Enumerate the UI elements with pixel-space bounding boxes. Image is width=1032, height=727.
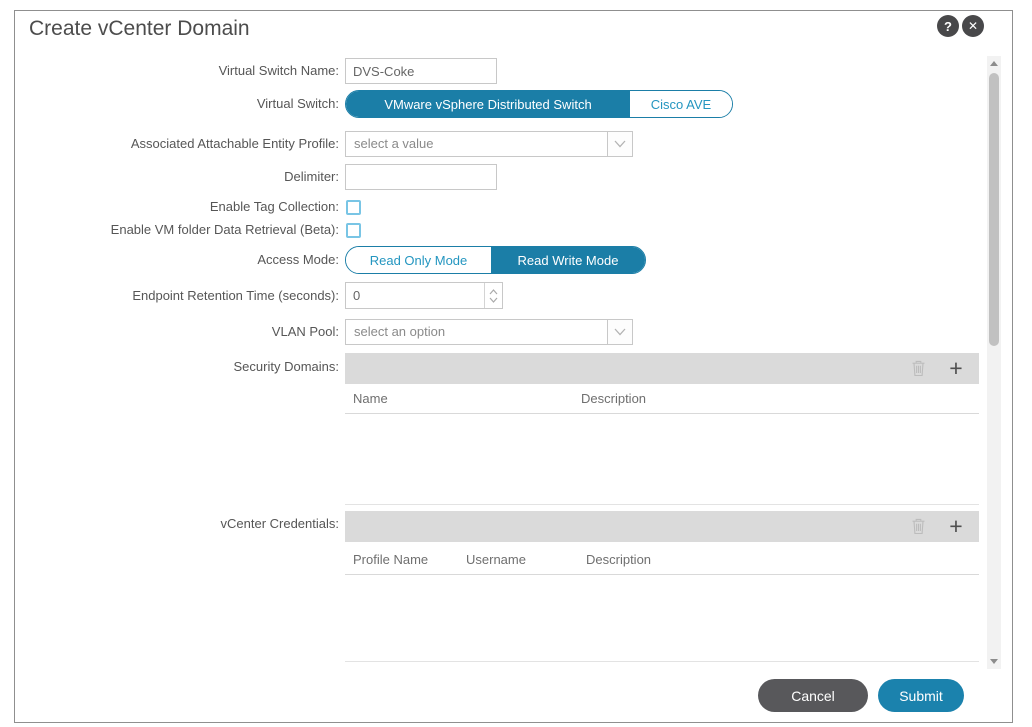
vcenter-credentials-col-username: Username (466, 552, 526, 567)
screen: Create vCenter Domain ? ✕ Virtual Switch… (0, 0, 1032, 727)
close-icon: ✕ (968, 19, 978, 33)
help-icon: ? (944, 19, 952, 34)
virtual-switch-name-input[interactable] (345, 58, 497, 84)
endpoint-retention-label: Endpoint Retention Time (seconds): (15, 288, 339, 304)
virtual-switch-toggle: VMware vSphere Distributed Switch Cisco … (345, 90, 733, 118)
spinner-up-down-icon[interactable] (484, 283, 502, 308)
chevron-down-icon (607, 320, 632, 344)
chevron-down-icon (607, 132, 632, 156)
create-vcenter-domain-dialog: Create vCenter Domain ? ✕ Virtual Switch… (14, 10, 1013, 723)
security-domains-col-name: Name (353, 391, 388, 406)
trash-icon[interactable] (909, 517, 927, 536)
vcenter-credentials-table-bottom (345, 661, 979, 662)
trash-icon[interactable] (909, 359, 927, 378)
vcenter-credentials-col-profile-name: Profile Name (353, 552, 428, 567)
security-domains-table-bottom (345, 504, 979, 505)
scroll-up-arrow-icon[interactable] (990, 61, 998, 66)
enable-tag-collection-checkbox[interactable] (346, 200, 361, 215)
access-mode-toggle: Read Only Mode Read Write Mode (345, 246, 646, 274)
security-domains-col-description: Description (581, 391, 646, 406)
vlan-pool-dropdown[interactable]: select an option (345, 319, 633, 345)
vcenter-credentials-col-description: Description (586, 552, 651, 567)
plus-glyph: + (949, 517, 962, 536)
delimiter-input[interactable] (345, 164, 497, 190)
virtual-switch-option-cisco-ave[interactable]: Cisco AVE (630, 91, 732, 117)
enable-vm-folder-checkbox[interactable] (346, 223, 361, 238)
endpoint-retention-value: 0 (346, 283, 484, 308)
scrollbar-thumb[interactable] (989, 73, 999, 346)
vlan-pool-label: VLAN Pool: (15, 324, 339, 340)
cancel-button[interactable]: Cancel (758, 679, 868, 712)
security-domains-label: Security Domains: (15, 359, 339, 375)
virtual-switch-option-cisco-ave-label: Cisco AVE (651, 97, 711, 112)
help-button[interactable]: ? (937, 15, 959, 37)
vcenter-credentials-toolbar: + (345, 511, 979, 542)
virtual-switch-label: Virtual Switch: (15, 96, 339, 112)
access-mode-read-write-label: Read Write Mode (518, 253, 619, 268)
security-domains-toolbar: + (345, 353, 979, 384)
virtual-switch-option-vmware-label: VMware vSphere Distributed Switch (384, 97, 591, 112)
vlan-pool-dropdown-value: select an option (346, 320, 607, 344)
vcenter-credentials-label: vCenter Credentials: (15, 516, 339, 532)
plus-icon[interactable]: + (947, 359, 965, 378)
aep-label: Associated Attachable Entity Profile: (15, 136, 339, 152)
plus-icon[interactable]: + (947, 517, 965, 536)
scroll-down-arrow-icon[interactable] (990, 659, 998, 664)
close-button[interactable]: ✕ (962, 15, 984, 37)
endpoint-retention-spinner[interactable]: 0 (345, 282, 503, 309)
vcenter-credentials-header-divider (345, 574, 979, 575)
submit-button[interactable]: Submit (878, 679, 964, 712)
security-domains-header-divider (345, 413, 979, 414)
aep-dropdown-value: select a value (346, 132, 607, 156)
enable-vm-folder-label: Enable VM folder Data Retrieval (Beta): (15, 222, 339, 238)
access-mode-option-read-only[interactable]: Read Only Mode (346, 247, 491, 273)
virtual-switch-name-label: Virtual Switch Name: (15, 63, 339, 79)
delimiter-label: Delimiter: (15, 169, 339, 185)
dialog-title: Create vCenter Domain (29, 17, 250, 41)
virtual-switch-option-vmware[interactable]: VMware vSphere Distributed Switch (346, 91, 630, 117)
access-mode-option-read-write[interactable]: Read Write Mode (491, 247, 645, 273)
access-mode-read-only-label: Read Only Mode (370, 253, 468, 268)
access-mode-label: Access Mode: (15, 252, 339, 268)
aep-dropdown[interactable]: select a value (345, 131, 633, 157)
enable-tag-collection-label: Enable Tag Collection: (15, 199, 339, 215)
vertical-scrollbar[interactable] (987, 56, 1001, 669)
plus-glyph: + (949, 359, 962, 378)
